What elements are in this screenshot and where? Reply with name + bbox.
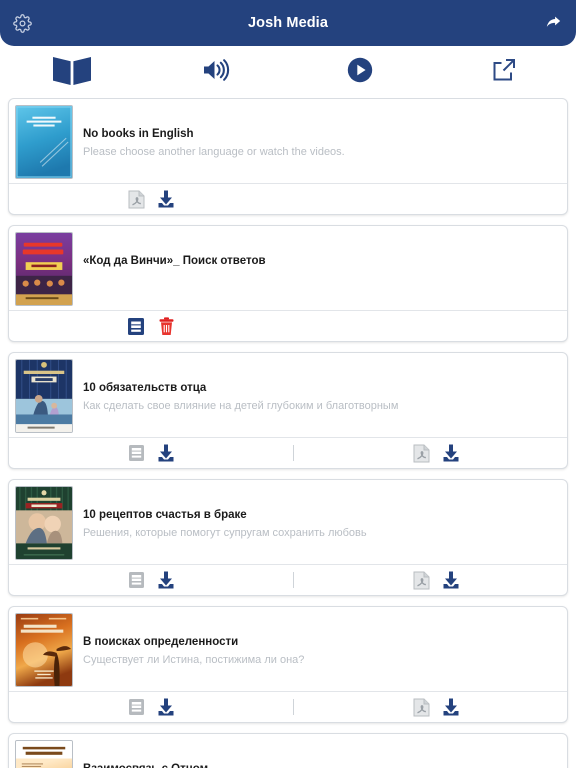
- card-actions: [9, 564, 567, 595]
- book-cover-thumbnail[interactable]: [15, 232, 73, 306]
- book-cover-thumbnail[interactable]: [15, 486, 73, 560]
- pdf-icon[interactable]: [406, 694, 436, 720]
- card-actions: [9, 691, 567, 722]
- top-navigation-bar: Josh Media: [0, 0, 576, 46]
- card-text: 10 обязательств отца Как сделать свое вл…: [73, 359, 561, 415]
- book-cover-thumbnail[interactable]: [15, 740, 73, 768]
- card-actions: [9, 310, 567, 341]
- card-body: 10 обязательств отца Как сделать свое вл…: [9, 353, 567, 437]
- card-actions: [9, 437, 567, 468]
- book-cover-thumbnail[interactable]: [15, 359, 73, 433]
- page-title: Josh Media: [248, 15, 328, 31]
- item-subtitle: Как сделать свое влияние на детей глубок…: [83, 399, 399, 412]
- card-actions: [9, 183, 567, 214]
- download-icon[interactable]: [151, 186, 181, 212]
- book-cover-thumbnail[interactable]: [15, 105, 73, 179]
- book-cover-thumbnail[interactable]: [15, 613, 73, 687]
- media-type-tabbar: [0, 46, 576, 98]
- card-text: В поисках определенности Существует ли И…: [73, 613, 561, 669]
- action-divider: [293, 699, 294, 715]
- speaker-icon: [201, 57, 231, 88]
- item-subtitle: Существует ли Истина, постижима ли она?: [83, 653, 305, 666]
- play-circle-icon: [347, 57, 373, 88]
- item-title: В поисках определенности: [83, 636, 239, 648]
- item-subtitle: Решения, которые помогут супругам сохран…: [83, 526, 367, 539]
- external-link-icon: [490, 56, 518, 89]
- list-item[interactable]: В поисках определенности Существует ли И…: [8, 606, 568, 723]
- item-title: «Код да Винчи»_ Поиск ответов: [83, 255, 266, 267]
- card-body: 10 рецептов счастья в браке Решения, кот…: [9, 480, 567, 564]
- card-text: Взаимосвязь с Отцом Десять качеств, спос…: [73, 740, 561, 768]
- sidebar-item-video[interactable]: [288, 46, 432, 98]
- card-body: Взаимосвязь с Отцом Десять качеств, спос…: [9, 734, 567, 768]
- card-text: «Код да Винчи»_ Поиск ответов: [73, 232, 561, 272]
- epub-icon[interactable]: [121, 440, 151, 466]
- epub-icon[interactable]: [121, 694, 151, 720]
- pdf-icon[interactable]: [406, 567, 436, 593]
- item-title: 10 обязательств отца: [83, 382, 207, 394]
- card-body: «Код да Винчи»_ Поиск ответов: [9, 226, 567, 310]
- card-text: No books in English Please choose anothe…: [73, 105, 561, 161]
- list-item[interactable]: Взаимосвязь с Отцом Десять качеств, спос…: [8, 733, 568, 768]
- item-title: Взаимосвязь с Отцом: [83, 762, 561, 768]
- list-item[interactable]: No books in English Please choose anothe…: [8, 98, 568, 215]
- action-divider: [293, 445, 294, 461]
- list-item[interactable]: «Код да Винчи»_ Поиск ответов: [8, 225, 568, 342]
- item-title: 10 рецептов счастья в браке: [83, 509, 247, 521]
- item-title: No books in English: [83, 128, 194, 140]
- epub-icon[interactable]: [121, 567, 151, 593]
- open-book-icon: [51, 53, 93, 92]
- download-epub-icon[interactable]: [151, 694, 181, 720]
- share-arrow-icon[interactable]: [540, 10, 566, 36]
- pdf-icon[interactable]: [121, 186, 151, 212]
- card-body: No books in English Please choose anothe…: [9, 99, 567, 183]
- sidebar-item-books[interactable]: [0, 46, 144, 98]
- gear-icon[interactable]: [10, 11, 34, 35]
- sidebar-item-external[interactable]: [432, 46, 576, 98]
- download-pdf-icon[interactable]: [436, 440, 466, 466]
- download-epub-icon[interactable]: [151, 567, 181, 593]
- sidebar-item-audio[interactable]: [144, 46, 288, 98]
- list-item[interactable]: 10 рецептов счастья в браке Решения, кот…: [8, 479, 568, 596]
- read-book-icon[interactable]: [121, 313, 151, 339]
- card-body: В поисках определенности Существует ли И…: [9, 607, 567, 691]
- action-divider: [293, 572, 294, 588]
- item-subtitle: Please choose another language or watch …: [83, 145, 345, 158]
- delete-icon[interactable]: [151, 313, 181, 339]
- pdf-icon[interactable]: [406, 440, 436, 466]
- list-item[interactable]: 10 обязательств отца Как сделать свое вл…: [8, 352, 568, 469]
- download-pdf-icon[interactable]: [436, 567, 466, 593]
- media-list[interactable]: No books in English Please choose anothe…: [0, 98, 576, 768]
- download-pdf-icon[interactable]: [436, 694, 466, 720]
- card-text: 10 рецептов счастья в браке Решения, кот…: [73, 486, 561, 542]
- download-epub-icon[interactable]: [151, 440, 181, 466]
